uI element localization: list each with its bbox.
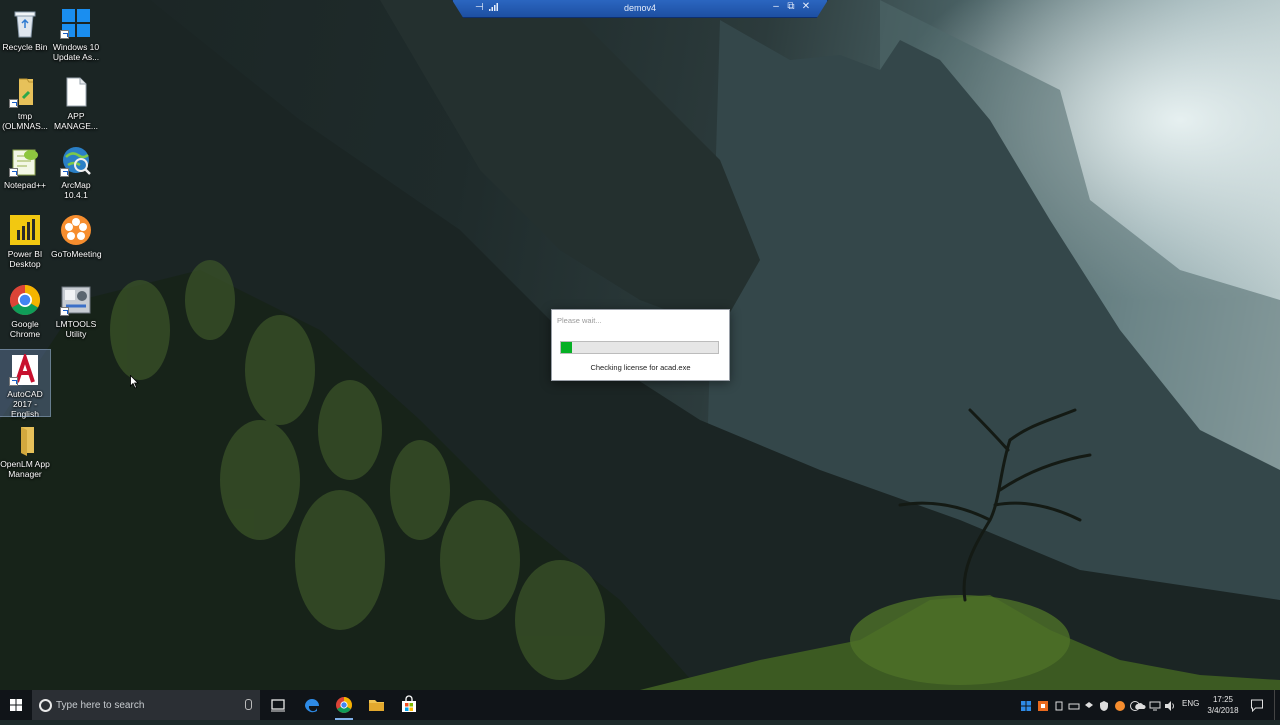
power-bi-icon xyxy=(9,214,41,246)
taskbar-app-store[interactable] xyxy=(393,690,425,720)
desktop-icon-power-bi[interactable]: Power BI Desktop xyxy=(0,210,50,269)
mouse-cursor xyxy=(130,374,139,394)
desktop-icon-openlm-app-manager[interactable]: OpenLM App Manager xyxy=(0,420,50,479)
show-desktop-button[interactable] xyxy=(1274,690,1280,720)
desktop-icon-label: Windows 10 Update As... xyxy=(52,42,100,62)
folder-icon xyxy=(9,424,41,456)
search-icon xyxy=(39,699,52,712)
license-progress-bar xyxy=(560,341,719,354)
desktop-icon-gotomeeting[interactable]: GoToMeeting xyxy=(51,210,102,259)
desktop-icon-label: APP MANAGE... xyxy=(54,111,98,131)
folder-icon xyxy=(9,76,41,108)
tray-network-icon[interactable] xyxy=(1149,699,1161,711)
chrome-icon xyxy=(9,284,41,316)
autocad-icon xyxy=(9,351,41,386)
clock-time: 17:25 xyxy=(1212,695,1234,704)
microphone-icon[interactable] xyxy=(245,699,252,710)
taskbar-search-box[interactable]: Type here to search xyxy=(32,690,260,720)
desktop-icon-label: Google Chrome xyxy=(9,319,41,339)
tray-onedrive-icon[interactable] xyxy=(1134,699,1146,711)
dialog-title: Please wait... xyxy=(557,316,602,325)
desktop-icon-google-chrome[interactable]: Google Chrome xyxy=(0,280,50,339)
windows-logo-icon xyxy=(10,699,22,711)
windows-update-icon xyxy=(60,7,92,39)
taskbar: Type here to search ENG 17:25 3/4/2018 xyxy=(0,690,1280,720)
progress-fill xyxy=(561,342,572,353)
desktop-icon-label: Power BI Desktop xyxy=(7,249,43,269)
task-view-button[interactable] xyxy=(262,690,294,720)
please-wait-dialog: Please wait... Checking license for acad… xyxy=(551,309,730,381)
desktop-icon-app-manager[interactable]: APP MANAGE... xyxy=(51,72,101,131)
desktop-icon-windows-update[interactable]: Windows 10 Update As... xyxy=(51,3,101,62)
gotomeeting-icon xyxy=(60,214,92,246)
desktop-icon-label: tmp (OLMNAS... xyxy=(2,111,48,131)
tray-dropbox-icon[interactable] xyxy=(1083,699,1095,711)
remote-session-bar[interactable]: ⊣ demov4 – ⧉ ✕ xyxy=(452,0,828,18)
tray-gotomeeting-icon[interactable] xyxy=(1114,699,1126,711)
tray-volume-icon[interactable] xyxy=(1164,699,1176,711)
tray-usb-icon[interactable] xyxy=(1053,699,1065,711)
desktop-icon-notepad-plus-plus[interactable]: Notepad++ xyxy=(0,141,50,190)
taskbar-clock[interactable]: 17:25 3/4/2018 xyxy=(1203,694,1243,716)
desktop-icon-autocad[interactable]: AutoCAD 2017 - English xyxy=(0,349,51,419)
tray-security-icon[interactable] xyxy=(1098,699,1110,711)
desktop-icon-label: Recycle Bin xyxy=(2,42,48,52)
desktop-icon-tmp[interactable]: tmp (OLMNAS... xyxy=(0,72,50,131)
desktop-icon-arcmap[interactable]: ArcMap 10.4.1 xyxy=(51,141,101,200)
tray-windows-icon[interactable] xyxy=(1020,699,1032,711)
taskbar-app-chrome[interactable] xyxy=(328,690,360,720)
file-explorer-icon xyxy=(369,700,384,711)
desktop-icon-label: ArcMap 10.4.1 xyxy=(61,180,91,200)
edge-icon xyxy=(305,699,319,713)
lmtools-icon xyxy=(60,284,92,316)
desktop-icon-recycle-bin[interactable]: Recycle Bin xyxy=(0,3,50,52)
search-placeholder: Type here to search xyxy=(56,700,145,711)
taskbar-app-file-explorer[interactable] xyxy=(360,690,392,720)
taskbar-app-edge[interactable] xyxy=(296,690,328,720)
task-view-icon xyxy=(271,699,285,712)
notepad-plus-plus-icon xyxy=(9,145,41,177)
action-center-button[interactable] xyxy=(1250,698,1264,713)
desktop-icon-label: GoToMeeting xyxy=(51,249,102,259)
document-icon xyxy=(60,76,92,108)
desktop-icon-label: Notepad++ xyxy=(3,180,47,190)
notification-icon xyxy=(1251,699,1263,713)
clock-date: 3/4/2018 xyxy=(1207,706,1239,715)
restore-button[interactable]: ⧉ xyxy=(784,1,798,12)
minimize-button[interactable]: – xyxy=(769,1,783,12)
store-icon xyxy=(402,695,416,712)
arcmap-icon xyxy=(60,145,92,177)
desktop-icon-label: LMTOOLS Utility xyxy=(55,319,97,339)
desktop-icon-label: AutoCAD 2017 - English xyxy=(7,389,43,419)
recycle-bin-icon xyxy=(9,7,41,39)
tray-network-drive-icon[interactable] xyxy=(1068,699,1080,711)
dialog-status-text: Checking license for acad.exe xyxy=(590,363,691,372)
language-indicator[interactable]: ENG xyxy=(1182,699,1199,708)
close-button[interactable]: ✕ xyxy=(799,1,813,12)
desktop-icon-label: OpenLM App Manager xyxy=(0,459,50,479)
tray-office-icon[interactable] xyxy=(1037,699,1049,711)
start-button[interactable] xyxy=(0,690,32,720)
chrome-icon xyxy=(336,697,352,713)
desktop-icon-lmtools[interactable]: LMTOOLS Utility xyxy=(51,280,101,339)
